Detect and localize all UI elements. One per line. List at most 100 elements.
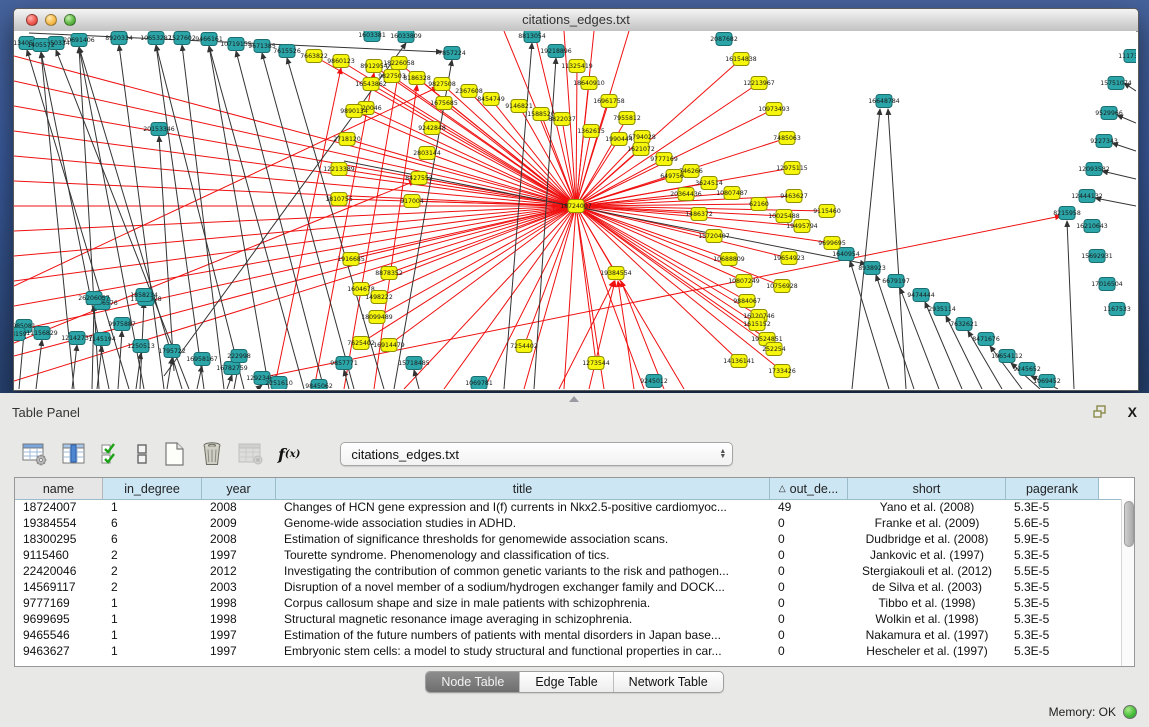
network-node[interactable]: 917004 [400, 195, 424, 208]
network-node[interactable]: 1795722 [158, 345, 186, 358]
table-select-dropdown[interactable]: citations_edges.txt ▲▼ [340, 442, 733, 466]
table-row[interactable]: 2242004622012Investigating the contribut… [15, 563, 1121, 579]
network-node[interactable]: 7254402 [510, 340, 538, 353]
network-node[interactable]: 2935114 [928, 303, 956, 316]
window-titlebar[interactable]: citations_edges.txt [14, 9, 1138, 32]
network-node[interactable]: 746266 [679, 165, 703, 178]
table-row[interactable]: 1456911722003Disruption of a novel membe… [15, 579, 1121, 595]
row-height-icon[interactable] [136, 442, 148, 466]
network-node[interactable]: 9671385 [248, 40, 276, 53]
column-header-short[interactable]: short [848, 478, 1006, 499]
network-node[interactable]: 8813054 [518, 31, 546, 43]
network-node[interactable]: 9827508 [428, 78, 456, 91]
network-node[interactable]: 9245012 [640, 375, 668, 388]
column-header-pagerank[interactable]: pagerank [1006, 478, 1099, 499]
table-row[interactable]: 977716911998Corpus callosum shape and si… [15, 595, 1121, 611]
float-panel-icon[interactable] [1093, 405, 1108, 419]
network-node[interactable]: 7615526 [273, 45, 301, 58]
column-header-in_degree[interactable]: in_degree [103, 478, 202, 499]
network-node[interactable]: 7663822 [300, 50, 328, 63]
network-node[interactable]: 10807487 [716, 187, 748, 200]
network-node[interactable]: 20364436 [670, 188, 702, 201]
network-node[interactable]: 1250513 [127, 340, 155, 353]
network-node[interactable]: 10688809 [713, 253, 745, 266]
delete-columns-icon[interactable] [200, 441, 224, 467]
network-node[interactable]: 9884067 [733, 295, 761, 308]
network-node[interactable]: 16033809 [390, 31, 422, 43]
network-canvas[interactable]: 1340557985033414055722069140689203341065… [14, 31, 1136, 389]
network-node[interactable]: 8215958 [1053, 207, 1081, 220]
network-node[interactable]: 12093582 [1078, 163, 1110, 176]
network-node[interactable]: 9245652 [1013, 363, 1041, 376]
network-node[interactable]: 9845062 [305, 380, 333, 390]
network-view-window[interactable]: citations_edges.txt 13405579850334140557… [13, 8, 1139, 391]
network-node[interactable]: 16648784 [868, 95, 900, 108]
network-node[interactable]: 222998 [227, 350, 251, 363]
network-node[interactable]: 33159 [14, 328, 27, 341]
network-node[interactable]: 16961758 [593, 95, 625, 108]
network-node[interactable]: 12213967 [743, 77, 775, 90]
network-node[interactable]: 18099489 [361, 311, 393, 324]
network-node[interactable]: 2087682 [710, 33, 738, 46]
table-row[interactable]: 1830029562008Estimation of significance … [15, 531, 1121, 547]
table-row[interactable]: 969969511998Structural magnetic resonanc… [15, 611, 1121, 627]
network-node[interactable]: 17016504 [1091, 278, 1123, 291]
select-all-columns-icon[interactable] [100, 442, 122, 466]
table-mode-icon[interactable] [22, 442, 48, 466]
tab-edge-table[interactable]: Edge Table [520, 672, 613, 692]
table-row[interactable]: 946554611997Estimation of the future num… [15, 627, 1121, 643]
network-node[interactable]: 8878352 [375, 267, 403, 280]
tab-network-table[interactable]: Network Table [614, 672, 723, 692]
network-node[interactable]: 1167533 [1103, 303, 1131, 316]
network-node[interactable]: 15718485 [398, 357, 430, 370]
network-node[interactable]: 7857224 [438, 47, 466, 60]
network-node[interactable]: 12975115 [776, 162, 808, 175]
network-node[interactable]: 15692931 [1081, 250, 1113, 263]
network-node[interactable]: 6679197 [882, 275, 910, 288]
network-node[interactable]: 1486372 [685, 208, 713, 221]
network-node[interactable]: 16154838 [725, 53, 757, 66]
network-node[interactable]: 16210643 [1076, 220, 1108, 233]
network-node[interactable]: 9529966 [1095, 107, 1123, 120]
column-header-out_de[interactable]: △out_de... [770, 478, 848, 499]
network-node[interactable]: 19384554 [600, 267, 632, 280]
network-node[interactable]: 1273544 [582, 357, 610, 370]
network-node[interactable]: 1733426 [768, 365, 796, 378]
network-node[interactable]: 14136141 [723, 355, 755, 368]
network-node[interactable]: 8920334 [105, 32, 133, 45]
network-node[interactable]: 8471676 [972, 333, 1000, 346]
network-node[interactable]: 15751074 [1100, 77, 1132, 90]
network-node[interactable]: 7632621 [950, 318, 978, 331]
network-node[interactable]: 3624514 [695, 177, 723, 190]
network-node[interactable]: 16958167 [186, 353, 218, 366]
network-node[interactable]: 9466161 [195, 33, 223, 46]
network-node[interactable]: 7955812 [613, 112, 641, 125]
create-column-icon[interactable] [162, 441, 186, 467]
network-node[interactable]: 10653287 [140, 32, 172, 45]
network-node[interactable]: 252254 [762, 343, 786, 356]
network-node[interactable]: 12213389 [323, 163, 355, 176]
tab-node-table[interactable]: Node Table [426, 672, 520, 692]
table-row[interactable]: 946362711997Embryonic stem cells: a mode… [15, 643, 1121, 659]
column-header-name[interactable]: name [15, 478, 103, 499]
network-node[interactable]: 9463627 [780, 190, 808, 203]
close-panel-icon[interactable]: X [1128, 404, 1137, 420]
network-node[interactable]: 7485063 [773, 132, 801, 145]
network-node[interactable]: 1527602 [168, 32, 196, 45]
column-header-year[interactable]: year [202, 478, 276, 499]
network-node[interactable]: 10973493 [758, 103, 790, 116]
scrollbar-thumb[interactable] [1124, 501, 1134, 547]
network-node[interactable]: 9115460 [813, 205, 841, 218]
network-node[interactable]: 12444132 [1071, 190, 1103, 203]
network-node[interactable]: 1069452 [1033, 375, 1061, 388]
table-row[interactable]: 1938455462009Genome-wide association stu… [15, 515, 1121, 531]
memory-status-icon[interactable] [1123, 705, 1137, 719]
table-row[interactable]: 911546021997Tourette syndrome. Phenomeno… [15, 547, 1121, 563]
network-node[interactable]: 19218896 [540, 45, 572, 58]
network-node[interactable]: 9227343 [1090, 135, 1118, 148]
network-node[interactable]: 9975887 [108, 318, 136, 331]
table-row[interactable]: 1872400712008Changes of HCN gene express… [15, 499, 1121, 515]
network-node[interactable]: 10719155 [220, 38, 252, 51]
splitter-handle-icon[interactable] [569, 396, 579, 402]
network-node[interactable]: 8186328 [403, 72, 431, 85]
